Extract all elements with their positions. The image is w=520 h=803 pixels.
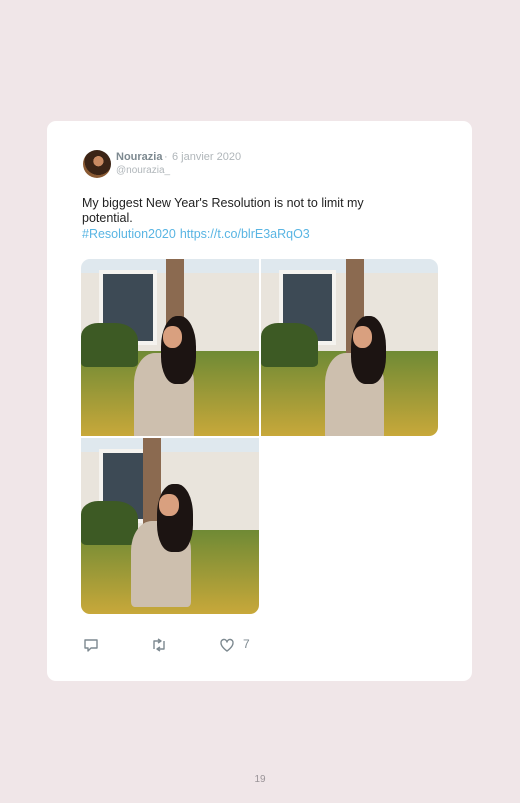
tweet-actions bbox=[83, 637, 283, 653]
reply-icon[interactable] bbox=[83, 637, 99, 656]
tweet-date[interactable]: 6 janvier 2020 bbox=[172, 151, 241, 163]
like-count: 7 bbox=[243, 637, 250, 651]
url-link[interactable]: https://t.co/blrE3aRqO3 bbox=[180, 227, 310, 241]
avatar[interactable] bbox=[83, 150, 111, 178]
page-number: 19 bbox=[254, 774, 266, 785]
retweet-icon[interactable] bbox=[150, 637, 168, 656]
author-name[interactable]: Nourazia bbox=[116, 151, 162, 163]
separator: · bbox=[164, 151, 168, 163]
tweet-text: My biggest New Year's Resolution is not … bbox=[82, 196, 364, 225]
tweet-photo-2[interactable] bbox=[261, 259, 438, 436]
tweet-photo-1[interactable] bbox=[81, 259, 259, 436]
author-handle[interactable]: @nourazia_ bbox=[116, 165, 170, 176]
tweet-card: Nourazia · 6 janvier 2020 @nourazia_ My … bbox=[47, 121, 472, 681]
tweet-links: #Resolution2020 https://t.co/blrE3aRqO3 bbox=[82, 227, 314, 241]
tweet-photo-3[interactable] bbox=[81, 438, 259, 614]
heart-icon[interactable] bbox=[219, 637, 235, 656]
hashtag-link[interactable]: #Resolution2020 bbox=[82, 227, 176, 241]
